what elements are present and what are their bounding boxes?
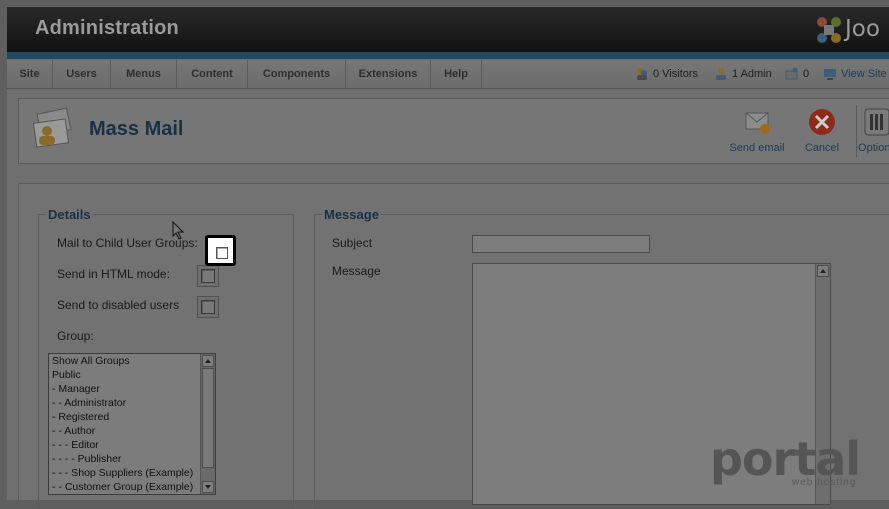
list-item[interactable]: - - Customer Group (Example) bbox=[52, 481, 193, 493]
highlight-inner bbox=[208, 238, 233, 263]
menu-help[interactable]: Help bbox=[431, 60, 482, 88]
messages-count: 0 bbox=[803, 68, 810, 80]
admins-status[interactable]: 1 Admin bbox=[714, 60, 784, 88]
header-stripe bbox=[7, 52, 889, 59]
messages-icon bbox=[785, 67, 798, 80]
menu-components[interactable]: Components bbox=[248, 60, 346, 88]
group-listbox[interactable]: Show All Groups Public - Manager - - Adm… bbox=[48, 353, 216, 495]
list-item[interactable]: - - Administrator bbox=[52, 397, 126, 409]
list-item[interactable]: - - - - Publisher bbox=[52, 453, 121, 465]
send-email-icon bbox=[745, 112, 770, 134]
details-legend: Details bbox=[48, 207, 91, 222]
subject-input[interactable] bbox=[472, 235, 650, 253]
scroll-thumb[interactable] bbox=[202, 368, 214, 468]
page-title: Mass Mail bbox=[89, 118, 184, 140]
admins-count: 1 Admin bbox=[732, 68, 772, 80]
visitors-status[interactable]: 0 Visitors bbox=[635, 60, 715, 88]
cancel-button[interactable]: Cancel bbox=[797, 107, 847, 154]
page-toolbar: Mass Mail Send email Cancel Option bbox=[18, 98, 889, 164]
list-item[interactable]: - Manager bbox=[52, 383, 100, 395]
menu-users[interactable]: Users bbox=[53, 60, 111, 88]
main-menubar: Site Users Menus Content Components Exte… bbox=[7, 60, 889, 89]
mail-child-groups-checkbox-highlight bbox=[205, 235, 236, 266]
list-item[interactable]: - - - Shop Suppliers (Example) bbox=[52, 467, 193, 479]
group-listbox-scrollbar[interactable] bbox=[200, 354, 215, 494]
group-label: Group: bbox=[57, 329, 94, 343]
message-legend: Message bbox=[324, 207, 379, 222]
send-email-label: Send email bbox=[729, 142, 785, 154]
header-title: Administration bbox=[35, 17, 179, 39]
monitor-icon bbox=[824, 69, 836, 80]
mass-mail-icon bbox=[32, 107, 72, 148]
visitors-icon bbox=[637, 68, 647, 80]
options-icon bbox=[864, 108, 889, 136]
cancel-icon bbox=[809, 109, 835, 135]
subject-label: Subject bbox=[332, 236, 373, 250]
cancel-label: Cancel bbox=[804, 142, 840, 154]
html-mode-checkbox[interactable] bbox=[201, 269, 215, 283]
menu-content[interactable]: Content bbox=[177, 60, 248, 88]
menu-extensions[interactable]: Extensions bbox=[346, 60, 431, 88]
list-item[interactable]: Public bbox=[52, 369, 81, 381]
options-button[interactable]: Options bbox=[857, 107, 889, 154]
admin-user-icon bbox=[716, 68, 726, 80]
options-label: Options bbox=[858, 142, 889, 154]
logo-text: Joo bbox=[845, 16, 880, 42]
visitors-count: 0 Visitors bbox=[653, 68, 699, 80]
messages-status[interactable]: 0 bbox=[785, 60, 815, 88]
list-item[interactable]: Show All Groups bbox=[52, 355, 130, 367]
scroll-down-arrow-icon[interactable] bbox=[202, 481, 214, 493]
joomla-logo-icon bbox=[817, 17, 841, 43]
menu-menus[interactable]: Menus bbox=[111, 60, 177, 88]
scroll-up-arrow-icon[interactable] bbox=[817, 265, 829, 277]
portal-watermark-subtext: web hosting bbox=[792, 477, 857, 488]
admin-header: Administration Joo bbox=[7, 7, 889, 59]
mail-child-groups-checkbox[interactable] bbox=[216, 247, 228, 259]
disabled-users-label: Send to disabled users bbox=[57, 298, 180, 312]
list-item[interactable]: - - - Editor bbox=[52, 439, 99, 451]
send-email-button[interactable]: Send email bbox=[727, 107, 787, 154]
menu-site[interactable]: Site bbox=[7, 60, 53, 88]
view-site-link[interactable]: View Site bbox=[823, 60, 889, 88]
scroll-up-arrow-icon[interactable] bbox=[202, 355, 214, 367]
list-item[interactable]: - - Author bbox=[52, 425, 95, 437]
message-label: Message bbox=[332, 264, 381, 278]
list-item[interactable]: - Registered bbox=[52, 411, 109, 423]
disabled-users-checkbox[interactable] bbox=[201, 300, 215, 314]
view-site-label: View Site bbox=[841, 68, 887, 80]
mouse-cursor-icon bbox=[172, 221, 185, 240]
html-mode-label: Send in HTML mode: bbox=[57, 267, 170, 281]
